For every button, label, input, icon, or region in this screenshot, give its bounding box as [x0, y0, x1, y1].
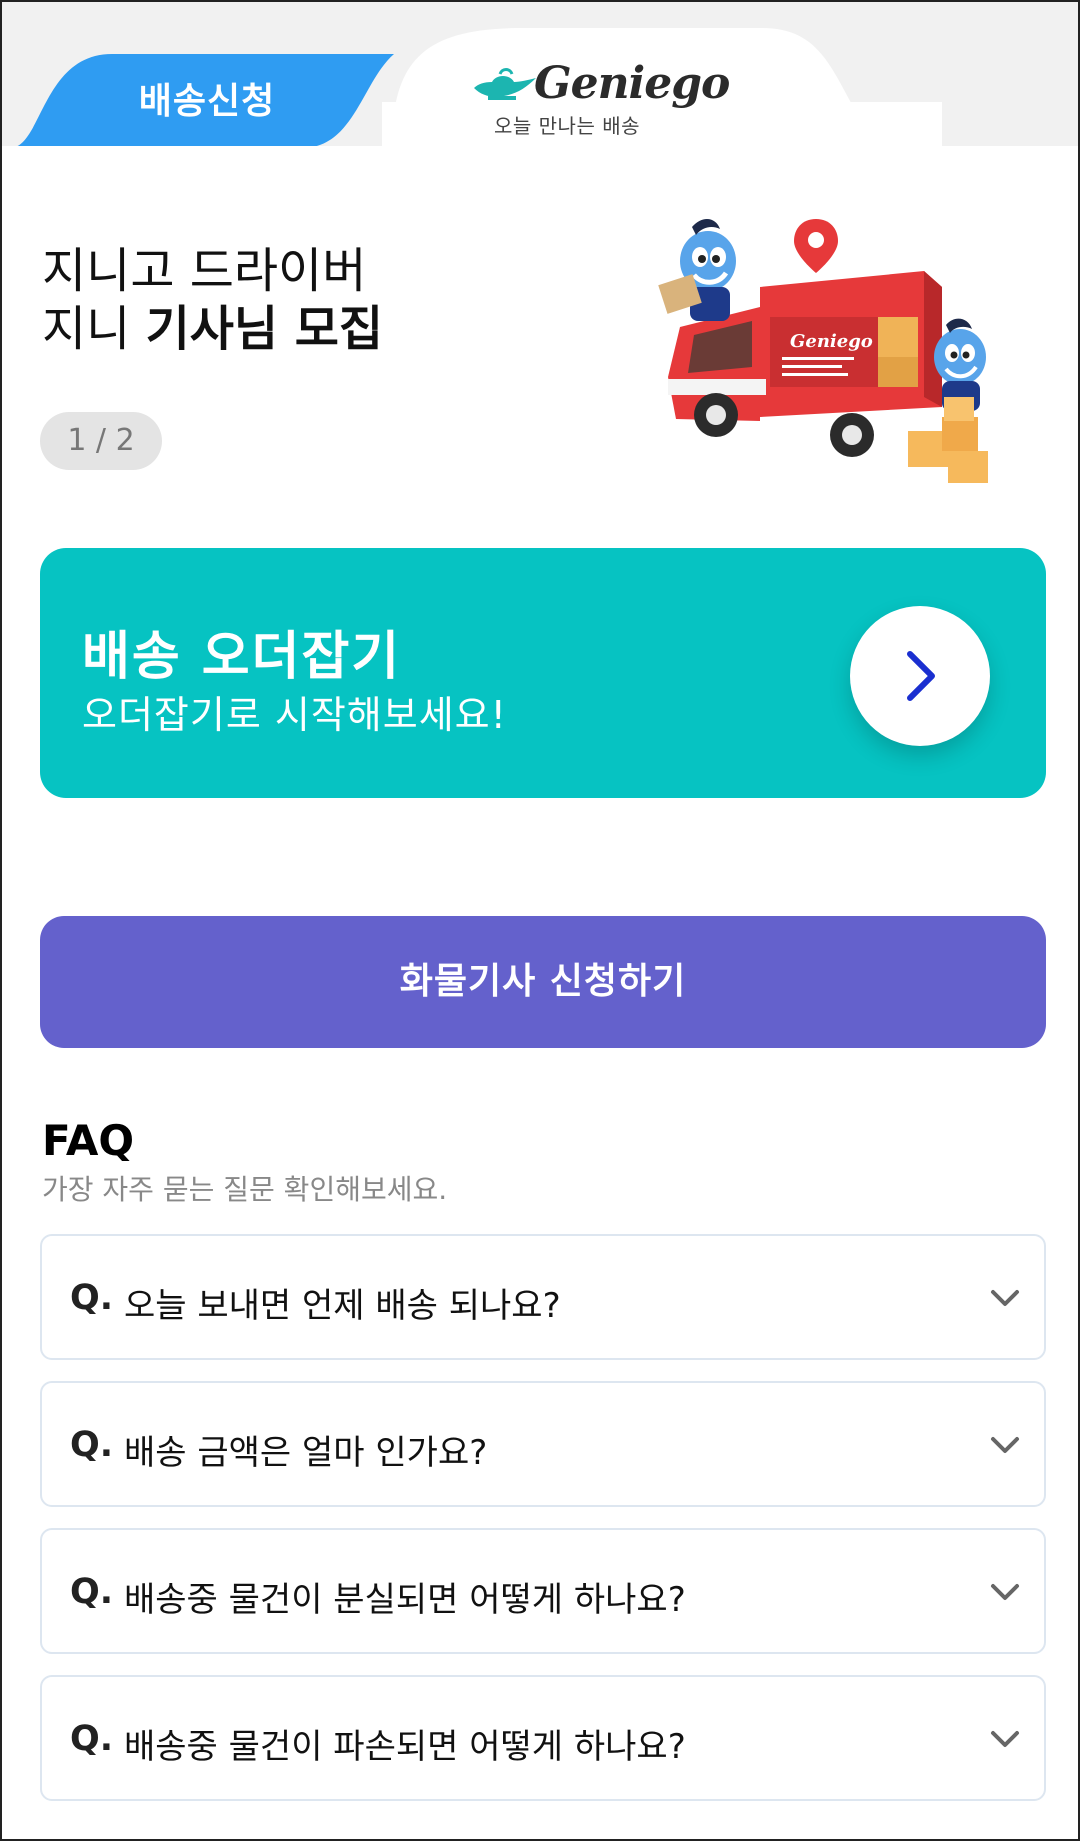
location-pin-icon [794, 219, 838, 273]
banner-pager: 1 / 2 [40, 412, 162, 470]
faq-title: FAQ [42, 1116, 135, 1165]
banner-headline-line2: 지니 기사님 모집 [42, 300, 642, 358]
chevron-down-icon [991, 1584, 1019, 1600]
faq-q-prefix: Q. [70, 1719, 114, 1759]
faq-q-prefix: Q. [70, 1278, 114, 1318]
faq-subtitle: 가장 자주 묻는 질문 확인해보세요. [42, 1173, 448, 1206]
tab-delivery-request[interactable]: 배송신청 [112, 72, 302, 124]
geniego-logo: Geniego 오늘 만나는 배송 [470, 58, 730, 138]
delivery-truck-illustration: Geniego [658, 218, 988, 483]
logo-tagline: 오늘 만나는 배송 [494, 114, 641, 138]
faq-item[interactable]: Q. 배송 금액은 얼마 인가요? [40, 1381, 1046, 1507]
order-card-title: 배송 오더잡기 [82, 627, 402, 687]
faq-item[interactable]: Q. 오늘 보내면 언제 배송 되나요? [40, 1234, 1046, 1360]
banner-headline-bold: 기사님 모집 [145, 301, 384, 357]
order-grab-card[interactable]: 배송 오더잡기 오더잡기로 시작해보세요! [40, 548, 1046, 798]
faq-question: 배송중 물건이 분실되면 어떻게 하나요? [124, 1580, 686, 1620]
recruit-banner[interactable]: 지니고 드라이버 지니 기사님 모집 [42, 242, 642, 358]
logo-wordmark: Geniego [534, 58, 730, 109]
genie-lamp-icon [474, 68, 536, 100]
faq-question: 배송중 물건이 파손되면 어떻게 하나요? [124, 1727, 686, 1767]
header-tab-bar: 배송신청 Geniego 오늘 만나는 배송 [2, 2, 1078, 148]
apply-driver-button[interactable]: 화물기사 신청하기 [40, 916, 1046, 1048]
faq-question: 오늘 보내면 언제 배송 되나요? [124, 1286, 561, 1326]
genie-mascot-icon-left [658, 218, 736, 321]
faq-q-prefix: Q. [70, 1572, 114, 1612]
app-screen: 배송신청 Geniego 오늘 만나는 배송 지니고 드라이버 지니 기사님 모… [0, 0, 1080, 1841]
chevron-down-icon [991, 1437, 1019, 1453]
order-card-arrow-button[interactable] [850, 606, 990, 746]
chevron-down-icon [991, 1290, 1019, 1306]
faq-item[interactable]: Q. 배송중 물건이 분실되면 어떻게 하나요? [40, 1528, 1046, 1654]
order-card-subtitle: 오더잡기로 시작해보세요! [82, 693, 507, 737]
faq-question: 배송 금액은 얼마 인가요? [124, 1433, 488, 1473]
banner-headline-line1: 지니고 드라이버 [42, 243, 367, 299]
faq-item[interactable]: Q. 배송중 물건이 파손되면 어떻게 하나요? [40, 1675, 1046, 1801]
truck-logo-text: Geniego [790, 331, 873, 352]
faq-q-prefix: Q. [70, 1425, 114, 1465]
banner-headline-plain: 지니 [42, 301, 146, 357]
chevron-right-icon [907, 651, 935, 701]
chevron-down-icon [991, 1731, 1019, 1747]
